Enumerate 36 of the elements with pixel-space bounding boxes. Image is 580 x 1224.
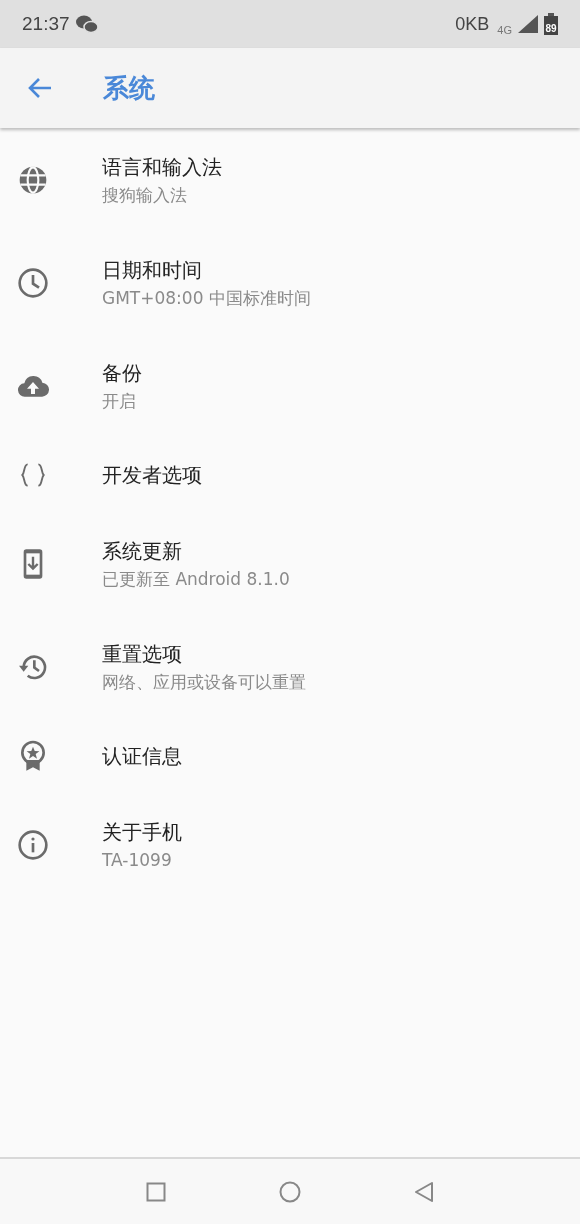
- settings-item[interactable]: 重置选项 网络、应用或设备可以重置: [0, 615, 580, 718]
- item-title: 日期和时间: [102, 256, 203, 284]
- settings-item[interactable]: 系统更新 已更新至 Android 8.1.0: [0, 512, 580, 615]
- item-title: 语言和输入法: [102, 153, 222, 181]
- back-nav-button[interactable]: [413, 1180, 434, 1203]
- item-title: 认证信息: [102, 742, 182, 770]
- chat-icon: [74, 14, 99, 34]
- item-title: 备份: [102, 359, 142, 387]
- status-time: 21:37: [22, 13, 70, 35]
- item-title: 系统更新: [102, 537, 183, 565]
- item-subtitle: 搜狗输入法: [102, 183, 188, 207]
- settings-item[interactable]: 备份 开启: [0, 334, 580, 437]
- item-subtitle: 已更新至 Android 8.1.0: [102, 567, 290, 591]
- item-subtitle: 网络、应用或设备可以重置: [102, 670, 306, 694]
- item-title: 开发者选项: [102, 461, 202, 489]
- settings-item[interactable]: 认证信息: [0, 718, 580, 793]
- settings-item[interactable]: 语言和输入法 搜狗输入法: [0, 128, 580, 231]
- data-rate: 0KB: [455, 13, 490, 35]
- recents-button[interactable]: [146, 1181, 167, 1202]
- settings-item[interactable]: 日期和时间 GMT+08:00 中国标准时间: [0, 231, 580, 334]
- globe-icon: [17, 163, 49, 196]
- signal-icon: [517, 14, 539, 34]
- item-subtitle: TA-1099: [102, 848, 173, 872]
- clock-icon: [17, 266, 49, 299]
- item-subtitle: 开启: [102, 389, 137, 413]
- settings-item[interactable]: 开发者选项: [0, 437, 580, 512]
- back-button[interactable]: [27, 77, 53, 99]
- network-type: 4G: [497, 24, 512, 36]
- settings-item[interactable]: 关于手机 TA-1099: [0, 793, 580, 896]
- battery-level: 89: [545, 23, 557, 35]
- item-title: 重置选项: [102, 640, 183, 668]
- item-subtitle: GMT+08:00 中国标准时间: [102, 286, 311, 310]
- info-icon: [17, 828, 49, 861]
- item-title: 关于手机: [102, 818, 182, 846]
- home-button[interactable]: [279, 1180, 301, 1203]
- page-title: 系统: [103, 71, 155, 105]
